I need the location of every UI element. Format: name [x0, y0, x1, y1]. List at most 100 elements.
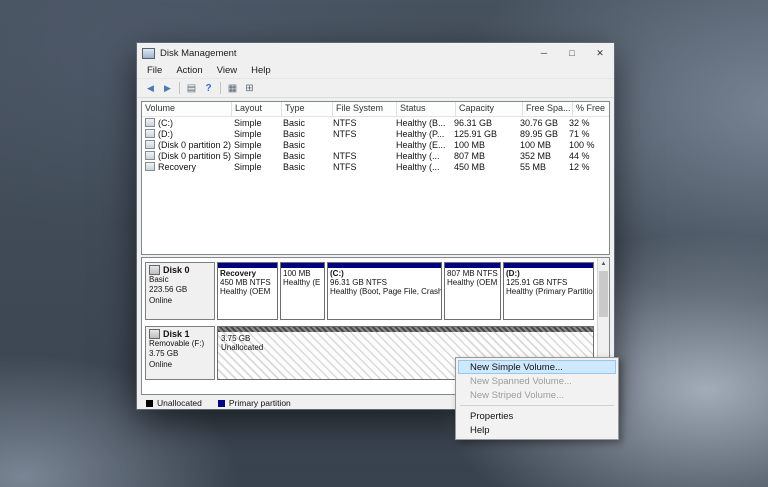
cell-status: Healthy (...: [393, 162, 451, 172]
cell-status: Healthy (E...: [393, 140, 451, 150]
partition-health: Healthy (OEM: [220, 287, 275, 296]
back-icon[interactable]: ◀: [142, 81, 159, 96]
column-header-free-space[interactable]: Free Spa...: [523, 102, 573, 116]
menu-action[interactable]: Action: [169, 65, 209, 76]
column-header-percent-free[interactable]: % Free: [573, 102, 610, 116]
titlebar[interactable]: Disk Management ─ □ ✕: [137, 43, 614, 63]
table-row[interactable]: (Disk 0 partition 2) Simple Basic Health…: [142, 139, 609, 150]
disk-management-app-icon: [142, 48, 155, 59]
cell-type: Basic: [280, 162, 330, 172]
cell-free-space: 352 MB: [517, 151, 566, 161]
cell-file-system: NTFS: [330, 151, 393, 161]
console-tree-icon[interactable]: ▤: [183, 81, 200, 96]
disk1-status: Online: [149, 360, 211, 370]
window-title: Disk Management: [160, 48, 530, 59]
disk0-partitions: Recovery 450 MB NTFS Healthy (OEM 100 MB…: [217, 262, 594, 320]
partition-name: Recovery: [220, 269, 275, 278]
cell-percent-free: 32 %: [566, 118, 610, 128]
volume-icon: [145, 140, 155, 149]
table-row[interactable]: (Disk 0 partition 5) Simple Basic NTFS H…: [142, 150, 609, 161]
column-header-file-system[interactable]: File System: [333, 102, 397, 116]
menu-view[interactable]: View: [210, 65, 244, 76]
column-header-status[interactable]: Status: [397, 102, 456, 116]
column-header-volume[interactable]: Volume: [142, 102, 232, 116]
cell-type: Basic: [280, 151, 330, 161]
properties-icon[interactable]: ▦: [224, 81, 241, 96]
disk0-row: Disk 0 Basic 223.56 GB Online Recovery 4…: [145, 262, 594, 320]
disk1-type: Removable (F:): [149, 339, 211, 349]
close-button[interactable]: ✕: [586, 43, 614, 63]
menu-item-new-simple-volume[interactable]: New Simple Volume...: [458, 360, 616, 374]
forward-icon[interactable]: ▶: [159, 81, 176, 96]
scrollbar-thumb[interactable]: [599, 271, 608, 317]
legend-primary-partition: Primary partition: [218, 398, 291, 408]
partition-name: (C:): [330, 269, 439, 278]
partition-size: 96.31 GB NTFS: [330, 278, 439, 287]
cell-free-space: 100 MB: [517, 140, 566, 150]
cell-status: Healthy (P...: [393, 129, 451, 139]
cell-file-system: NTFS: [330, 129, 393, 139]
volume-icon: [145, 129, 155, 138]
toolbar-separator: [179, 82, 180, 94]
column-header-type[interactable]: Type: [282, 102, 333, 116]
table-row[interactable]: (C:) Simple Basic NTFS Healthy (B... 96.…: [142, 117, 609, 128]
partition-oem[interactable]: 807 MB NTFS Healthy (OEM P...: [444, 262, 501, 320]
cell-status: Healthy (B...: [393, 118, 451, 128]
maximize-button[interactable]: □: [558, 43, 586, 63]
menu-file[interactable]: File: [140, 65, 169, 76]
cell-percent-free: 71 %: [566, 129, 610, 139]
partition-health: Healthy (E: [283, 278, 322, 287]
minimize-button[interactable]: ─: [530, 43, 558, 63]
cell-free-space: 89.95 GB: [517, 129, 566, 139]
partition-d[interactable]: (D:) 125.91 GB NTFS Healthy (Primary Par…: [503, 262, 594, 320]
toolbar-separator: [220, 82, 221, 94]
menu-item-help[interactable]: Help: [458, 423, 616, 437]
cell-capacity: 807 MB: [451, 151, 517, 161]
partition-efi[interactable]: 100 MB Healthy (E: [280, 262, 325, 320]
cell-file-system: NTFS: [330, 118, 393, 128]
toolbar: ◀ ▶ ▤ ? ▦ ⊞: [137, 79, 614, 98]
cell-type: Basic: [280, 129, 330, 139]
partition-c[interactable]: (C:) 96.31 GB NTFS Healthy (Boot, Page F…: [327, 262, 442, 320]
legend-primary-partition-label: Primary partition: [229, 398, 291, 408]
partition-name: (D:): [506, 269, 591, 278]
partition-size: 450 MB NTFS: [220, 278, 275, 287]
menu-item-new-spanned-volume: New Spanned Volume...: [458, 374, 616, 388]
disk-icon: [149, 329, 160, 339]
help-icon[interactable]: ?: [200, 81, 217, 96]
volume-icon: [145, 162, 155, 171]
disk0-name: Disk 0: [163, 265, 190, 275]
menu-item-properties[interactable]: Properties: [458, 409, 616, 423]
column-header-layout[interactable]: Layout: [232, 102, 282, 116]
volume-list-header: Volume Layout Type File System Status Ca…: [142, 102, 609, 117]
volume-list-pane: Volume Layout Type File System Status Ca…: [141, 101, 610, 255]
disk0-type: Basic: [149, 275, 211, 285]
table-row[interactable]: (D:) Simple Basic NTFS Healthy (P... 125…: [142, 128, 609, 139]
disk1-size: 3.75 GB: [149, 349, 211, 359]
menu-item-new-striped-volume: New Striped Volume...: [458, 388, 616, 402]
cell-percent-free: 100 %: [566, 140, 610, 150]
disk0-label[interactable]: Disk 0 Basic 223.56 GB Online: [145, 262, 215, 320]
disk0-size: 223.56 GB: [149, 285, 211, 295]
disk-view-icon[interactable]: ⊞: [241, 81, 258, 96]
menu-separator: [460, 405, 614, 406]
unallocated-size: 3.75 GB: [221, 334, 590, 343]
cell-capacity: 96.31 GB: [451, 118, 517, 128]
partition-recovery[interactable]: Recovery 450 MB NTFS Healthy (OEM: [217, 262, 278, 320]
volume-name: Recovery: [158, 162, 196, 172]
menu-help[interactable]: Help: [244, 65, 278, 76]
volume-icon: [145, 151, 155, 160]
scroll-up-icon[interactable]: ▲: [598, 258, 609, 269]
partition-size: 807 MB NTFS: [447, 269, 498, 278]
column-header-capacity[interactable]: Capacity: [456, 102, 523, 116]
legend-unallocated: Unallocated: [146, 398, 202, 408]
disk1-name: Disk 1: [163, 329, 190, 339]
volume-name: (Disk 0 partition 2): [158, 140, 231, 150]
cell-type: Basic: [280, 140, 330, 150]
cell-free-space: 55 MB: [517, 162, 566, 172]
cell-status: Healthy (...: [393, 151, 451, 161]
partition-size: 100 MB: [283, 269, 322, 278]
table-row[interactable]: Recovery Simple Basic NTFS Healthy (... …: [142, 161, 609, 172]
disk1-label[interactable]: Disk 1 Removable (F:) 3.75 GB Online: [145, 326, 215, 380]
unallocated-label: Unallocated: [221, 343, 590, 352]
